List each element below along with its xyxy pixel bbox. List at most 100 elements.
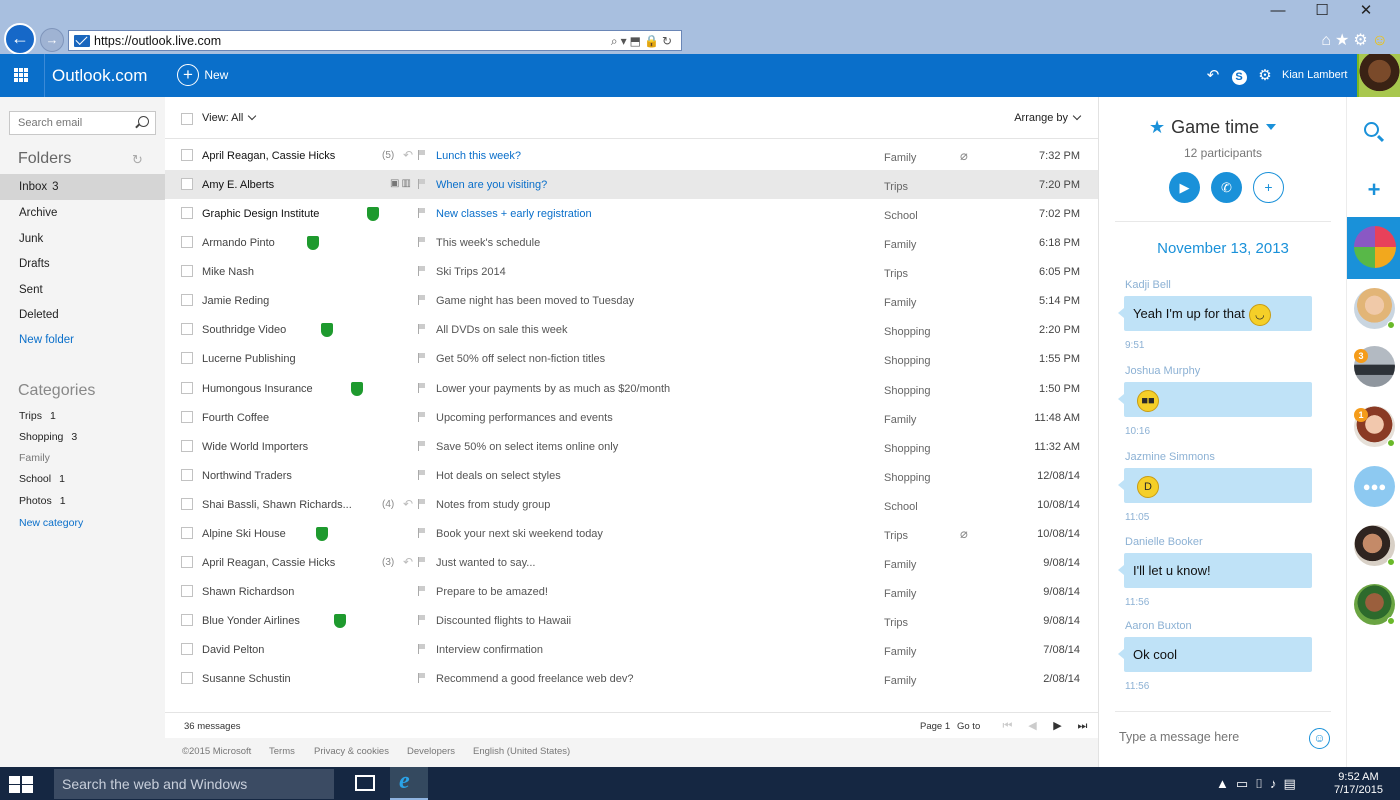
table-row[interactable]: April Reagan, Cassie Hicks (3) ↶ Just wa…: [165, 548, 1098, 577]
taskbar-search-box[interactable]: Search the web and Windows: [54, 769, 334, 799]
flag-icon[interactable]: [418, 324, 426, 334]
search-input[interactable]: [10, 112, 130, 134]
flag-icon[interactable]: [418, 441, 426, 451]
taskbar-clock[interactable]: 9:52 AM 7/17/2015: [1334, 771, 1383, 797]
row-checkbox[interactable]: [181, 352, 193, 364]
skype-icon[interactable]: S: [1226, 67, 1252, 85]
flag-icon[interactable]: [418, 470, 426, 480]
table-row[interactable]: Fourth Coffee Upcoming performances and …: [165, 403, 1098, 432]
show-hidden-icons-icon[interactable]: ▲: [1216, 776, 1236, 791]
address-bar-icons[interactable]: ⌕▾⬒🔒↻: [611, 34, 675, 49]
table-row[interactable]: Alpine Ski House Book your next ski week…: [165, 519, 1098, 548]
category-school[interactable]: School 1: [19, 473, 65, 485]
user-name[interactable]: Kian Lambert: [1282, 69, 1347, 81]
folder-archive[interactable]: Archive: [0, 200, 165, 226]
table-row[interactable]: Jamie Reding Game night has been moved t…: [165, 286, 1098, 315]
app-launcher-icon[interactable]: [14, 68, 28, 82]
table-row[interactable]: Humongous Insurance Lower your payments …: [165, 374, 1098, 403]
table-row[interactable]: Susanne Schustin Recommend a good freela…: [165, 664, 1098, 693]
back-button[interactable]: ←: [4, 23, 36, 55]
first-page-icon[interactable]: ⏮: [995, 720, 1020, 733]
row-checkbox[interactable]: [181, 527, 193, 539]
table-row[interactable]: Armando Pinto This week's schedule Famil…: [165, 228, 1098, 257]
group-contacts-icon[interactable]: ●●●: [1354, 466, 1395, 507]
table-row[interactable]: Shai Bassli, Shawn Richards... (4) ↶ Not…: [165, 490, 1098, 519]
select-all-checkbox[interactable]: [181, 113, 193, 125]
table-row[interactable]: Blue Yonder Airlines Discounted flights …: [165, 606, 1098, 635]
row-checkbox[interactable]: [181, 556, 193, 568]
brand-logo[interactable]: Outlook.com: [52, 66, 147, 86]
voice-call-button[interactable]: ✆: [1211, 172, 1242, 203]
prev-page-icon[interactable]: ◀: [1020, 719, 1045, 732]
table-row[interactable]: Amy E. Alberts ▣▥ When are you visiting?…: [165, 170, 1098, 199]
next-page-icon[interactable]: ▶: [1045, 719, 1070, 732]
refresh-icon[interactable]: ↻: [132, 152, 143, 168]
table-row[interactable]: Northwind Traders Hot deals on select st…: [165, 461, 1098, 490]
row-checkbox[interactable]: [181, 411, 193, 423]
folder-sent[interactable]: Sent: [0, 277, 165, 303]
new-folder-link[interactable]: New folder: [0, 327, 165, 353]
flag-icon[interactable]: [418, 353, 426, 363]
network-icon[interactable]: ⌷: [1255, 776, 1270, 791]
language-link[interactable]: English (United States): [473, 746, 570, 757]
add-participant-button[interactable]: +: [1253, 172, 1284, 203]
terms-link[interactable]: Terms: [269, 746, 295, 757]
row-checkbox[interactable]: [181, 178, 193, 190]
row-checkbox[interactable]: [181, 672, 193, 684]
arrange-by-dropdown[interactable]: Arrange by: [1014, 111, 1082, 124]
flag-icon[interactable]: [418, 208, 426, 218]
battery-icon[interactable]: ▭: [1236, 776, 1255, 791]
row-checkbox[interactable]: [181, 469, 193, 481]
close-window-button[interactable]: ✕: [1344, 1, 1388, 19]
undo-icon[interactable]: ↶: [1200, 66, 1226, 84]
flag-icon[interactable]: [418, 673, 426, 683]
table-row[interactable]: Lucerne Publishing Get 50% off select no…: [165, 344, 1098, 373]
forward-button[interactable]: →: [40, 28, 64, 52]
new-category-link[interactable]: New category: [19, 517, 83, 529]
flag-icon[interactable]: [418, 266, 426, 276]
row-checkbox[interactable]: [181, 382, 193, 394]
privacy-link[interactable]: Privacy & cookies: [314, 746, 389, 757]
flag-icon[interactable]: [418, 237, 426, 247]
flag-icon[interactable]: [418, 499, 426, 509]
category-photos[interactable]: Photos 1: [19, 495, 66, 507]
developers-link[interactable]: Developers: [407, 746, 455, 757]
participants-count[interactable]: 12 participants: [1099, 146, 1347, 160]
flag-icon[interactable]: [418, 412, 426, 422]
go-to-link[interactable]: Go to: [957, 721, 980, 732]
flag-icon[interactable]: [418, 150, 426, 160]
row-quick-actions[interactable]: ▣▥: [390, 178, 413, 189]
category-shopping[interactable]: Shopping 3: [19, 431, 77, 443]
video-call-button[interactable]: ▶: [1169, 172, 1200, 203]
conversation-title-dropdown[interactable]: ★ Game time: [1149, 117, 1277, 138]
table-row[interactable]: Southridge Video All DVDs on sale this w…: [165, 315, 1098, 344]
row-checkbox[interactable]: [181, 440, 193, 452]
new-message-button[interactable]: + New: [177, 64, 228, 88]
folder-deleted[interactable]: Deleted: [0, 302, 165, 328]
search-icon[interactable]: [138, 116, 149, 127]
feedback-smiley-icon[interactable]: ☺: [1372, 32, 1392, 49]
row-checkbox[interactable]: [181, 498, 193, 510]
category-family[interactable]: Family: [19, 452, 50, 464]
maximize-button[interactable]: ☐: [1300, 1, 1344, 19]
windows-start-icon[interactable]: [9, 776, 33, 793]
internet-explorer-icon[interactable]: e: [390, 767, 428, 800]
category-trips[interactable]: Trips 1: [19, 410, 56, 422]
flag-icon[interactable]: [418, 528, 426, 538]
flag-icon[interactable]: [418, 557, 426, 567]
minimize-button[interactable]: —: [1256, 2, 1300, 19]
home-icon[interactable]: ⌂: [1321, 32, 1335, 49]
emoticon-picker-icon[interactable]: ☺: [1309, 728, 1330, 749]
folder-inbox[interactable]: Inbox 3: [0, 174, 165, 200]
settings-gear-icon[interactable]: ⚙: [1353, 32, 1371, 49]
favorites-star-icon[interactable]: ★: [1335, 32, 1353, 49]
address-bar[interactable]: https://outlook.live.com ⌕▾⬒🔒↻: [68, 30, 682, 51]
people-search-icon[interactable]: [1364, 122, 1379, 137]
row-checkbox[interactable]: [181, 149, 193, 161]
view-filter-dropdown[interactable]: View: All: [202, 111, 257, 124]
favorite-star-icon[interactable]: ★: [1149, 117, 1165, 137]
table-row[interactable]: Shawn Richardson Prepare to be amazed! F…: [165, 577, 1098, 606]
task-view-icon[interactable]: [355, 775, 375, 791]
flag-icon[interactable]: [418, 179, 426, 189]
table-row[interactable]: David Pelton Interview confirmation Fami…: [165, 635, 1098, 664]
